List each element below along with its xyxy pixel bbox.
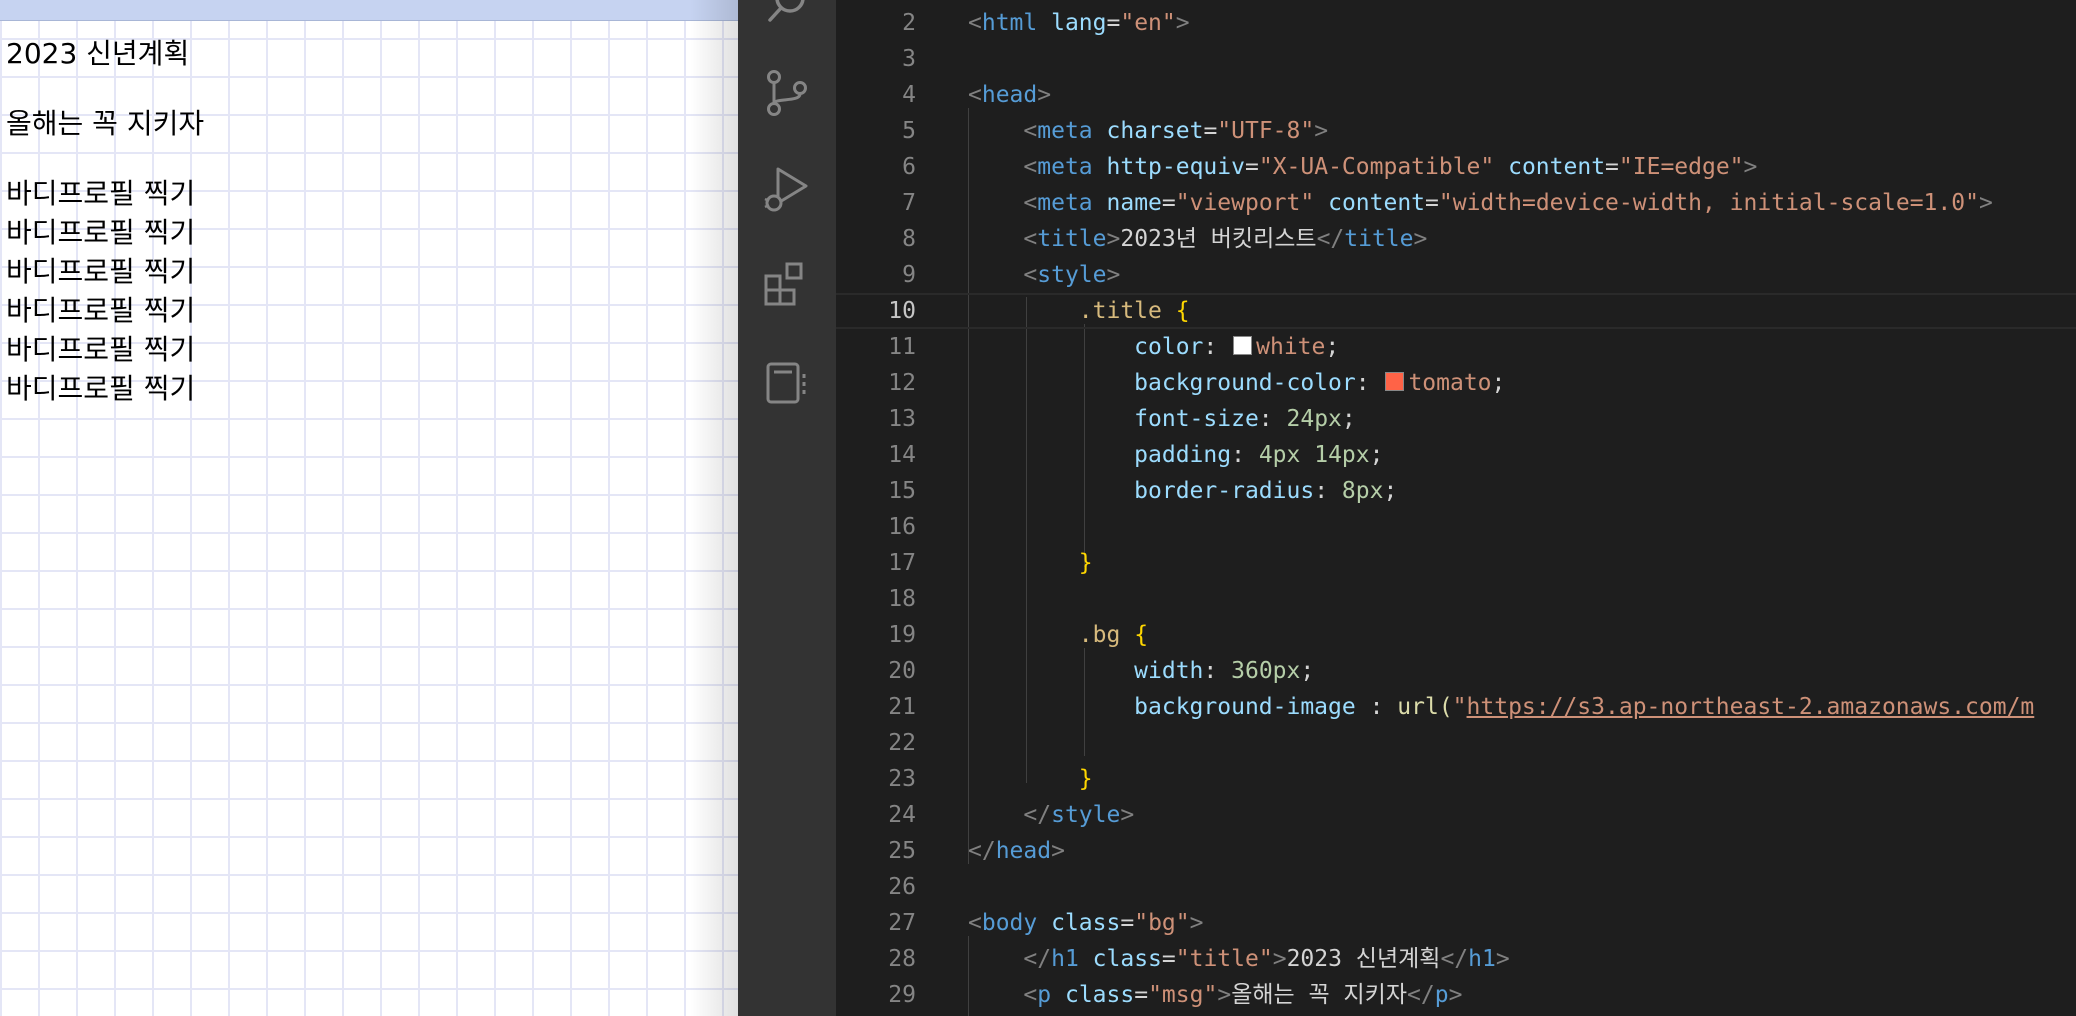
source-control-icon[interactable] — [762, 68, 812, 118]
line-number: 22 — [888, 730, 916, 756]
code-text: font-size: 24px; — [1134, 406, 1356, 432]
code-line[interactable]: 20 width: 360px; — [836, 653, 2076, 689]
line-number: 6 — [902, 154, 916, 180]
run-debug-icon[interactable] — [762, 163, 812, 213]
code-text: </h1 class="title">2023 신년계획</h1> — [1023, 946, 1510, 972]
line-number: 9 — [902, 262, 916, 288]
line-number: 5 — [902, 118, 916, 144]
notebook-icon[interactable] — [762, 358, 812, 408]
preview-message: 올해는 꼭 지키자 — [6, 107, 205, 140]
code-line[interactable]: 27 <body class="bg"> — [836, 905, 2076, 941]
code-text: background-image : url("https://s3.ap-no… — [1134, 694, 2035, 720]
browser-preview: 2023 신년계획 올해는 꼭 지키자 바디프로필 찍기 바디프로필 찍기 바디… — [0, 0, 738, 1016]
line-number: 17 — [888, 550, 916, 576]
code-text: <title>2023년 버킷리스트</title> — [1023, 226, 1428, 252]
code-text: <body class="bg"> — [968, 910, 1204, 936]
line-number: 18 — [888, 586, 916, 612]
line-number: 3 — [902, 46, 916, 72]
search-icon[interactable] — [762, 0, 812, 30]
code-line[interactable]: 13 font-size: 24px; — [836, 401, 2076, 437]
line-number: 2 — [902, 10, 916, 36]
line-number: 23 — [888, 766, 916, 792]
code-text: <p class="msg">올해는 꼭 지키자</p> — [1023, 982, 1463, 1008]
code-line[interactable]: 28 </h1 class="title">2023 신년계획</h1> — [836, 941, 2076, 977]
line-number: 27 — [888, 910, 916, 936]
code-line[interactable]: 19 .bg { — [836, 617, 2076, 653]
code-line[interactable]: 21 background-image : url("https://s3.ap… — [836, 689, 2076, 725]
code-line[interactable]: 11 color: white; — [836, 329, 2076, 365]
line-number: 13 — [888, 406, 916, 432]
code-line[interactable]: 23 } — [836, 761, 2076, 797]
code-line[interactable]: 7 <meta name="viewport" content="width=d… — [836, 185, 2076, 221]
code-line[interactable]: 24 </style> — [836, 797, 2076, 833]
code-text: </style> — [1023, 802, 1135, 828]
code-line[interactable]: 18 — [836, 581, 2076, 617]
code-line[interactable]: 2 <html lang="en"> — [836, 5, 2076, 41]
code-text: .bg { — [1078, 622, 1149, 648]
line-number: 7 — [902, 190, 916, 216]
code-line[interactable]: 15 border-radius: 8px; — [836, 473, 2076, 509]
code-text: color: white; — [1134, 334, 1340, 360]
code-text: <meta http-equiv="X-UA-Compatible" conte… — [1023, 154, 1758, 180]
list-item: 바디프로필 찍기 — [6, 333, 196, 366]
code-text: </head> — [968, 838, 1065, 864]
line-number: 16 — [888, 514, 916, 540]
code-text: <style> — [1023, 262, 1121, 288]
code-text: <meta name="viewport" content="width=dev… — [1023, 190, 1993, 216]
code-line[interactable]: 5 <meta charset="UTF-8"> — [836, 113, 2076, 149]
activity-bar — [738, 0, 836, 1016]
code-text: <html lang="en"> — [968, 10, 1190, 36]
code-line[interactable]: 6 <meta http-equiv="X-UA-Compatible" con… — [836, 149, 2076, 185]
code-line[interactable]: 3 — [836, 41, 2076, 77]
code-text: <meta charset="UTF-8"> — [1023, 118, 1329, 144]
code-text: .title { — [1078, 298, 1190, 324]
list-item: 바디프로필 찍기 — [6, 372, 196, 405]
code-line[interactable]: 29 <p class="msg">올해는 꼭 지키자</p> — [836, 977, 2076, 1013]
list-item: 바디프로필 찍기 — [6, 294, 196, 327]
code-line[interactable]: 9 <style> — [836, 257, 2076, 293]
line-number: 4 — [902, 82, 916, 108]
line-number: 11 — [888, 334, 916, 360]
line-number: 21 — [888, 694, 916, 720]
list-item: 바디프로필 찍기 — [6, 177, 196, 210]
code-text: } — [1078, 766, 1093, 792]
code-line[interactable]: 17 } — [836, 545, 2076, 581]
preview-top-bar — [0, 0, 738, 21]
list-item: 바디프로필 찍기 — [6, 255, 196, 288]
line-number: 15 — [888, 478, 916, 504]
preview-title: 2023 신년계획 — [6, 37, 190, 70]
code-text: <head> — [968, 82, 1052, 108]
line-number: 26 — [888, 874, 916, 900]
preview-content: 2023 신년계획 올해는 꼭 지키자 바디프로필 찍기 바디프로필 찍기 바디… — [6, 34, 204, 408]
line-number: 14 — [888, 442, 916, 468]
code-line[interactable]: 12 background-color: tomato; — [836, 365, 2076, 401]
code-line[interactable]: 10 .title { — [836, 293, 2076, 329]
preview-edge-shadow — [690, 0, 738, 1016]
code-text: width: 360px; — [1134, 658, 1315, 684]
code-text: } — [1078, 550, 1093, 576]
line-number: 8 — [902, 226, 916, 252]
line-number: 25 — [888, 838, 916, 864]
code-editor[interactable]: 2 <html lang="en"> 3 4 <head> 5 <meta charset… — [836, 0, 2076, 1016]
code-line[interactable]: 8 <title>2023년 버킷리스트</title> — [836, 221, 2076, 257]
code-line[interactable]: 22 — [836, 725, 2076, 761]
line-number: 28 — [888, 946, 916, 972]
line-number: 19 — [888, 622, 916, 648]
line-number: 29 — [888, 982, 916, 1008]
code-text: border-radius: 8px; — [1134, 478, 1398, 504]
code-line[interactable]: 14 padding: 4px 14px; — [836, 437, 2076, 473]
code-text: background-color: tomato; — [1134, 370, 1506, 396]
line-number: 20 — [888, 658, 916, 684]
code-line[interactable]: 4 <head> — [836, 77, 2076, 113]
preview-list: 바디프로필 찍기 바디프로필 찍기 바디프로필 찍기 바디프로필 찍기 바디프로… — [6, 174, 204, 408]
line-number: 24 — [888, 802, 916, 828]
code-line[interactable]: 25 </head> — [836, 833, 2076, 869]
list-item: 바디프로필 찍기 — [6, 216, 196, 249]
line-number: 10 — [888, 298, 916, 324]
code-line[interactable]: 26 — [836, 869, 2076, 905]
code-text: padding: 4px 14px; — [1134, 442, 1384, 468]
line-number: 12 — [888, 370, 916, 396]
code-line[interactable]: 16 — [836, 509, 2076, 545]
extensions-icon[interactable] — [762, 260, 812, 310]
